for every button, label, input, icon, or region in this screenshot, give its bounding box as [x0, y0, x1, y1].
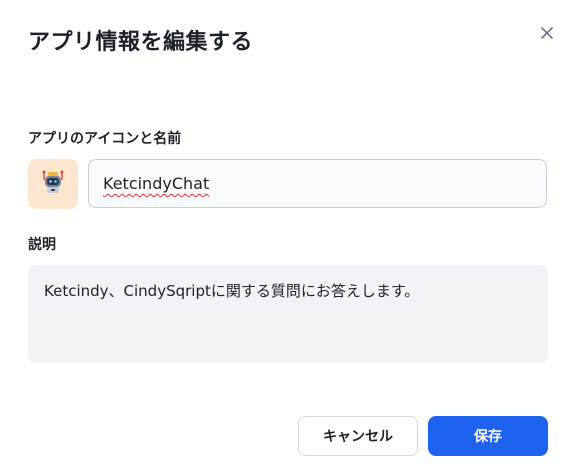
app-name-value: KetcindyChat [103, 174, 210, 193]
close-button[interactable] [536, 22, 558, 44]
edit-app-dialog: アプリ情報を編集する アプリのアイコンと名前 KetcindyChat 説明 K… [0, 0, 579, 476]
description-textarea[interactable]: Ketcindy、CindySqriptに関する質問にお答えします。 [28, 265, 548, 363]
cancel-button-label: キャンセル [323, 429, 393, 445]
close-icon [536, 22, 558, 44]
save-button-label: 保存 [474, 429, 502, 445]
app-name-input[interactable]: KetcindyChat [88, 159, 547, 208]
description-value: Ketcindy、CindySqriptに関する質問にお答えします。 [44, 282, 420, 300]
app-icon-name-label: アプリのアイコンと名前 [28, 131, 182, 147]
robot-icon [39, 168, 67, 200]
save-button[interactable]: 保存 [428, 416, 548, 456]
description-label: 説明 [28, 237, 56, 253]
cancel-button[interactable]: キャンセル [298, 416, 418, 456]
dialog-title: アプリ情報を編集する [28, 30, 254, 55]
app-icon-button[interactable] [28, 159, 78, 209]
